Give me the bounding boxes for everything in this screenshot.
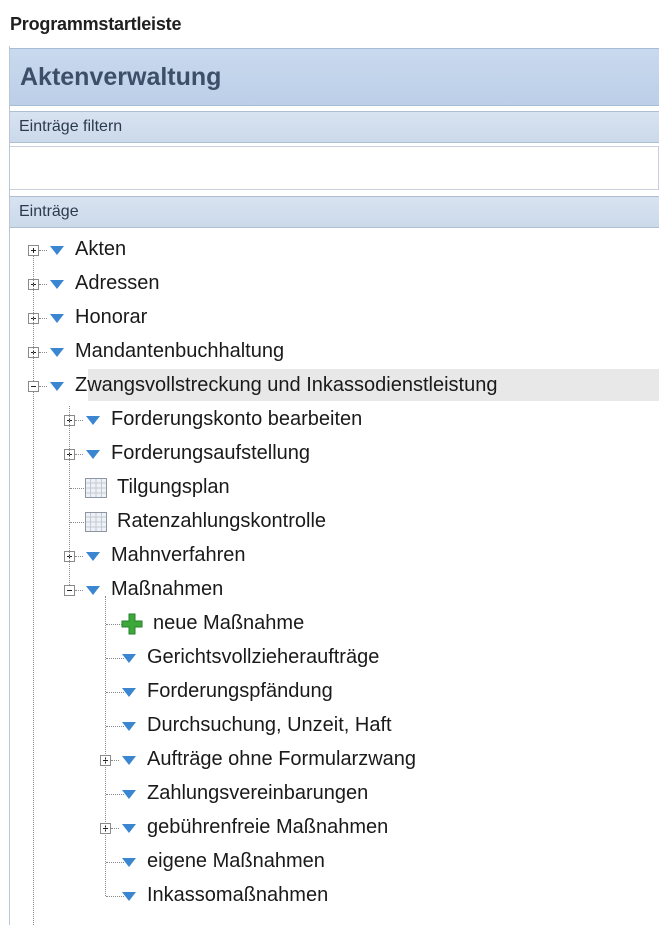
triangle-down-icon [121,686,137,704]
section-title: Aktenverwaltung [20,63,222,91]
tree-item-label: Inkassomaßnahmen [147,884,329,906]
calendar-grid-icon [85,478,107,503]
tree-item[interactable]: Maßnahmen [0,572,659,606]
tree-guide-line [105,596,106,896]
tree-item[interactable]: Forderungsaufstellung [0,436,659,470]
triangle-down-icon [121,754,137,772]
tree-connector [75,590,83,591]
triangle-down-icon [121,890,137,908]
tree-item[interactable]: Tilgungsplan [0,470,659,504]
triangle-down-icon [121,720,137,738]
tree-connector [39,352,47,353]
tree-connector [75,556,83,557]
triangle-down-icon [121,822,137,840]
triangle-down-icon [85,414,101,432]
tree-connector [75,454,83,455]
tree-guide-line [33,255,34,381]
tree-guide-line [69,406,70,585]
calendar-grid-icon [85,512,107,537]
tree-item[interactable]: Forderungskonto bearbeiten [0,402,659,436]
triangle-down-icon [49,278,65,296]
top-strip [0,0,659,10]
tree-item[interactable]: Inkassomaßnahmen [0,878,659,912]
tree-item-label: Adressen [75,272,160,294]
triangle-down-icon [85,550,101,568]
tree-item-label: Forderungspfändung [147,680,333,702]
tree-item[interactable]: Honorar [0,300,659,334]
tree-item-label: Mandantenbuchhaltung [75,340,285,362]
triangle-down-icon [121,856,137,874]
tree-item-label: Durchsuchung, Unzeit, Haft [147,714,392,736]
tree-item-label: Maßnahmen [111,578,224,600]
tree-item[interactable]: Zahlungsvereinbarungen [0,776,659,810]
tree-item-label: Honorar [75,306,148,328]
tree-item[interactable]: Aufträge ohne Formularzwang [0,742,659,776]
tree-item[interactable]: Akten [0,232,659,266]
collapse-icon[interactable] [64,585,75,596]
tree-item-label: Mahnverfahren [111,544,246,566]
collapse-icon[interactable] [28,381,39,392]
tree-connector [39,250,47,251]
tree-item-label: Forderungskonto bearbeiten [111,408,363,430]
green-plus-icon [121,613,143,640]
tree-connector [111,760,119,761]
tree-item-label: Akten [75,238,127,260]
filter-header-label: Einträge filtern [19,118,123,135]
tree-item[interactable]: gebührenfreie Maßnahmen [0,810,659,844]
window-title: Programmstartleiste [10,14,182,34]
tree-connector [111,828,119,829]
tree-item[interactable]: Mandantenbuchhaltung [0,334,659,368]
triangle-down-icon [121,788,137,806]
tree-connector [75,420,83,421]
tree-item-label: gebührenfreie Maßnahmen [147,816,389,838]
tree-item-label: Aufträge ohne Formularzwang [147,748,417,770]
tree-item-label: Zahlungsvereinbarungen [147,782,369,804]
tree-item[interactable]: Mahnverfahren [0,538,659,572]
triangle-down-icon [49,244,65,262]
filter-header: Einträge filtern [10,111,659,143]
tree-item[interactable]: Zwangsvollstreckung und Inkassodienstlei… [0,368,659,402]
tree-item[interactable]: Gerichtsvollzieheraufträge [0,640,659,674]
filter-input[interactable] [10,146,659,190]
triangle-down-icon [85,584,101,602]
tree-item-label: Zwangsvollstreckung und Inkassodienstlei… [75,374,498,396]
tree-guide-line [33,392,34,925]
triangle-down-icon [121,652,137,670]
tree-item[interactable]: eigene Maßnahmen [0,844,659,878]
tree-item-label: Tilgungsplan [117,476,230,498]
tree-item-label: Gerichtsvollzieheraufträge [147,646,380,668]
tree-item-label: Ratenzahlungskontrolle [117,510,327,532]
tree-item[interactable]: Durchsuchung, Unzeit, Haft [0,708,659,742]
tree-item[interactable]: Forderungspfändung [0,674,659,708]
tree-connector [39,318,47,319]
program-launcher-window: Programmstartleiste Aktenverwaltung Eint… [0,0,659,925]
tree-item[interactable]: neue Maßnahme [0,606,659,640]
tree-item[interactable]: Adressen [0,266,659,300]
section-header[interactable]: Aktenverwaltung [10,48,659,106]
entries-header: Einträge [10,196,659,228]
entries-tree[interactable]: Akten Adressen Honorar Mandantenbuchhaltung… [0,232,659,925]
tree-item-label: eigene Maßnahmen [147,850,325,872]
entries-header-label: Einträge [19,203,79,220]
triangle-down-icon [49,312,65,330]
tree-connector [39,284,47,285]
tree-item-label: neue Maßnahme [153,612,305,634]
tree-item-label: Forderungsaufstellung [111,442,311,464]
triangle-down-icon [85,448,101,466]
tree-connector [39,386,47,387]
triangle-down-icon [49,346,65,364]
triangle-down-icon [49,380,65,398]
tree-item[interactable]: Ratenzahlungskontrolle [0,504,659,538]
